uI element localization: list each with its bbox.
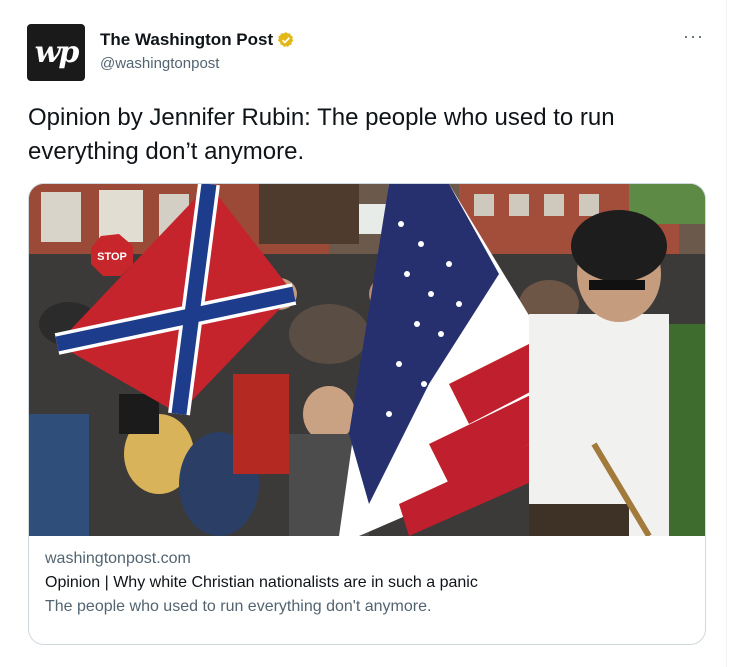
account-handle[interactable]: @washingtonpost: [100, 55, 219, 72]
tweet-text: Opinion by Jennifer Rubin: The people wh…: [28, 104, 615, 165]
stop-sign-text: STOP: [97, 251, 127, 263]
account-name-row: The Washington Post: [100, 30, 295, 50]
card-description: The people who used to run everything do…: [45, 598, 432, 615]
card-meta: washingtonpost.com Opinion | Why white C…: [45, 550, 693, 616]
article-photo[interactable]: STOP: [29, 184, 705, 536]
avatar-logo: wp: [34, 35, 80, 70]
verified-badge-icon: [278, 32, 294, 47]
card-title[interactable]: Opinion | Why white Christian nationalis…: [45, 574, 693, 592]
more-dots-icon[interactable]: ···: [683, 26, 704, 47]
card-domain: washingtonpost.com: [45, 550, 191, 567]
tweet-container: wp The Washington Post @washingtonpost ·…: [0, 0, 727, 667]
link-preview-card[interactable]: STOP washingtonpost.com Opinion | Why wh…: [28, 183, 706, 645]
account-avatar[interactable]: wp: [27, 24, 85, 81]
account-name[interactable]: The Washington Post: [100, 30, 273, 50]
